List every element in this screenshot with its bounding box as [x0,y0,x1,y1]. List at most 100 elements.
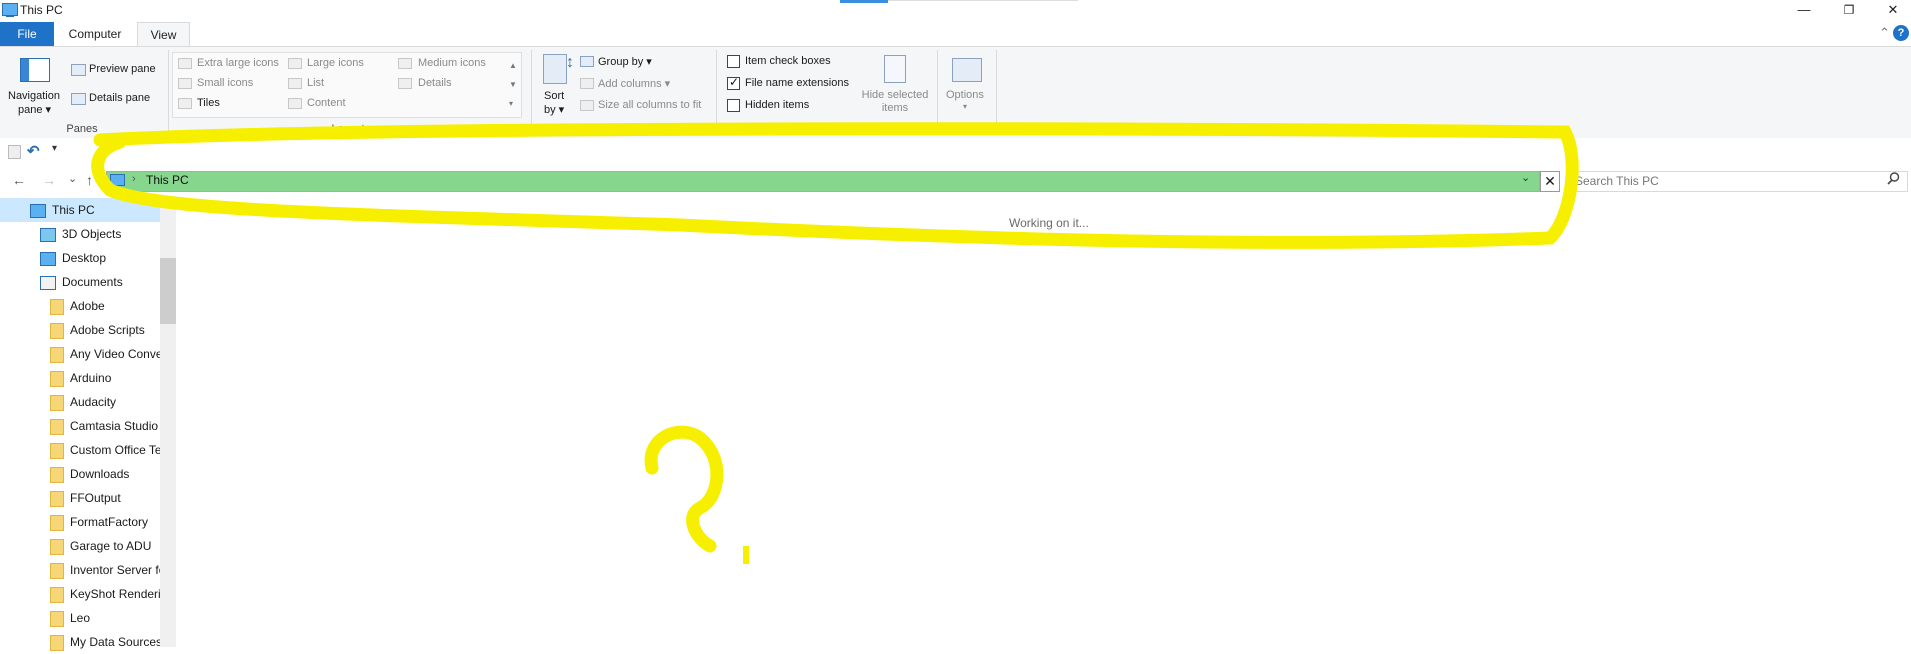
hide-selected-items-button[interactable]: Hide selected [861,89,929,101]
medium-icons-icon [398,58,412,69]
sidebar-item[interactable]: Audacity [0,390,160,414]
item-check-boxes-checkbox[interactable] [727,55,740,68]
layout-large-icons[interactable]: Large icons [307,57,364,69]
documents-icon [40,275,56,290]
sidebar-item-label: Audacity [70,395,117,409]
help-icon[interactable]: ? [1893,25,1909,41]
hidden-items-checkbox[interactable] [727,99,740,112]
undo-icon[interactable]: ↶ [27,142,40,160]
sidebar-item-label: FormatFactory [70,515,149,529]
sidebar-item-label: Inventor Server fo [70,563,160,577]
sidebar-item[interactable]: Custom Office Te [0,438,160,462]
sidebar-item[interactable]: Documents [0,270,160,294]
group-by-icon [580,56,594,67]
layout-extra-large-icons[interactable]: Extra large icons [197,57,279,69]
hidden-items-label: Hidden items [745,99,810,111]
item-check-boxes-label: Item check boxes [745,55,831,67]
close-button[interactable]: ✕ [1870,0,1911,20]
add-columns-icon [580,78,594,89]
folder-icon [50,490,64,507]
sidebar-item[interactable]: Garage to ADU [0,534,160,558]
sidebar-item[interactable]: My Data Sources [0,630,160,654]
folder-icon [50,298,64,315]
group-by-button[interactable]: Group by ▾ [598,55,652,68]
layout-small-icons[interactable]: Small icons [197,77,253,89]
add-columns-button[interactable]: Add columns ▾ [598,77,670,90]
sort-by-icon [543,54,567,84]
sidebar-item-label: Documents [62,275,123,289]
sidebar-item[interactable]: Arduino [0,366,160,390]
folder-icon [50,442,64,459]
title-accent-line [888,0,1078,1]
extra-large-icons-icon [178,58,192,69]
list-icon [288,78,302,89]
nav-scrollbar-thumb[interactable] [160,258,176,324]
large-icons-icon [288,58,302,69]
sidebar-item-label: Arduino [70,371,112,385]
sidebar-item-label: Any Video Conve [70,347,160,361]
file-name-extensions-label: File name extensions [745,77,849,89]
sidebar-item[interactable]: FFOutput [0,486,160,510]
back-button[interactable]: ← [12,172,26,188]
folder-icon [50,394,64,411]
this-pc-icon [30,203,46,218]
size-columns-icon [580,100,594,111]
details-pane-icon [71,93,86,105]
layout-scroll-arrows[interactable]: ▲ ▼ ▾ [509,56,517,113]
question-mark-annotation [644,425,749,564]
layout-details[interactable]: Details [418,77,452,89]
sort-by-dropdown[interactable]: by ▾ [544,103,564,116]
customize-toolbar-icon[interactable]: ▾ [52,143,57,154]
folder-icon [50,370,64,387]
folder-icon [50,538,64,555]
sidebar-item-label: Camtasia Studio [70,419,159,433]
details-pane-button[interactable]: Details pane [89,92,150,104]
hide-selected-items-icon [884,55,906,83]
this-pc-icon-stand [6,15,14,17]
options-button[interactable]: Options [946,89,984,101]
navigation-pane-icon [20,58,50,82]
sidebar-item[interactable]: Inventor Server fo [0,558,160,582]
folder-icon [50,322,64,339]
sidebar-item[interactable]: Adobe Scripts [0,318,160,342]
tab-computer[interactable]: Computer [60,22,130,46]
folder-icon [50,466,64,483]
sidebar-item[interactable]: Adobe [0,294,160,318]
forward-button[interactable]: → [42,172,56,188]
sidebar-item[interactable]: Leo [0,606,160,630]
restore-button[interactable]: ❐ [1826,0,1872,20]
options-dropdown-icon[interactable]: ▾ [963,102,967,111]
content-icon [288,98,302,109]
preview-pane-button[interactable]: Preview pane [89,63,156,75]
sidebar-item[interactable]: Any Video Conve [0,342,160,366]
layout-list[interactable]: List [307,77,324,89]
file-name-extensions-checkbox[interactable] [727,75,740,90]
sort-by-label[interactable]: Sort [544,90,564,102]
size-all-columns-button[interactable]: Size all columns to fit [598,99,701,111]
sidebar-item-label: Adobe Scripts [70,323,145,337]
tab-file[interactable]: File [0,22,54,46]
sidebar-item[interactable]: KeyShot Renderin [0,582,160,606]
desktop-icon [40,251,56,266]
search-icon[interactable] [1887,172,1900,188]
tab-view[interactable]: View [137,22,190,46]
sidebar-item[interactable]: Camtasia Studio [0,414,160,438]
minimize-button[interactable]: — [1781,0,1827,20]
search-placeholder: Search This PC [1575,174,1659,188]
layout-content[interactable]: Content [307,97,346,109]
collapse-ribbon-icon[interactable]: ⌃ [1879,25,1890,41]
recent-locations-button[interactable]: ⌄ [68,172,77,185]
title-bar [0,0,1911,20]
layout-medium-icons[interactable]: Medium icons [418,57,486,69]
navigation-pane-dropdown[interactable]: pane ▾ [18,103,51,116]
navigation-pane-label[interactable]: Navigation [8,90,60,102]
folder-icon [50,634,64,651]
details-icon [398,78,412,89]
properties-icon[interactable] [8,145,21,159]
sidebar-item[interactable]: FormatFactory [0,510,160,534]
sidebar-item[interactable]: Downloads [0,462,160,486]
hide-selected-items-button-line2[interactable]: items [861,102,929,114]
preview-pane-icon [71,64,86,76]
small-icons-icon [178,78,192,89]
layout-tiles[interactable]: Tiles [197,97,220,109]
